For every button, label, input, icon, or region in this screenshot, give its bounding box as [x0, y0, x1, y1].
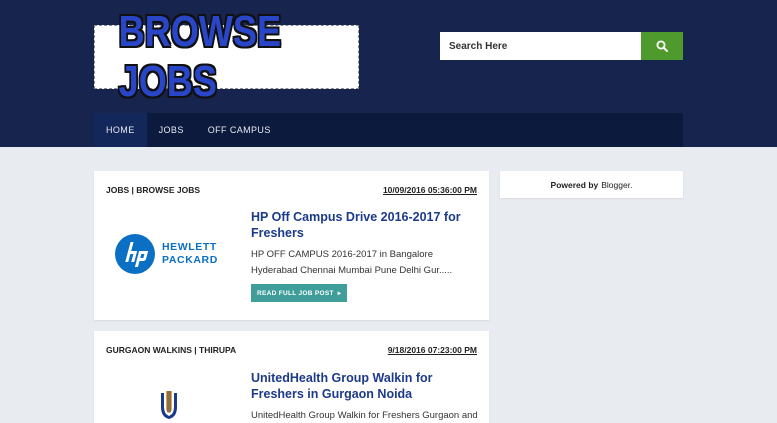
search-icon: [656, 40, 668, 52]
search-form: [440, 32, 683, 60]
read-more-button[interactable]: READ FULL JOB POST ▸: [251, 284, 348, 302]
post-thumbnail[interactable]: HEWLETT PACKARD: [114, 229, 229, 279]
post-thumbnail[interactable]: [158, 389, 180, 421]
unitedhealth-logo-icon: [161, 391, 177, 419]
post-category[interactable]: GURGAON WALKINS | THIRUPA: [106, 345, 236, 355]
nav-item-off-campus[interactable]: OFF CAMPUS: [196, 113, 283, 147]
post-title[interactable]: HP Off Campus Drive 2016-2017 for Freshe…: [251, 209, 479, 241]
arrow-right-icon: ▸: [337, 290, 342, 297]
search-input[interactable]: [440, 32, 641, 60]
powered-by-label: Powered by: [550, 179, 599, 190]
post-snippet: HP OFF CAMPUS 2016-2017 in Bangalore Hyd…: [251, 249, 453, 276]
post-date[interactable]: 10/09/2016 05:36:00 PM: [383, 185, 477, 195]
site-header: BROWSE JOBS HOME JOBS OFF CAMPUS: [0, 0, 777, 147]
read-more-label: READ FULL JOB POST: [257, 289, 334, 297]
nav-item-home[interactable]: HOME: [94, 113, 147, 147]
site-logo[interactable]: BROWSE JOBS: [94, 7, 359, 106]
main-nav: HOME JOBS OFF CAMPUS: [94, 113, 683, 147]
blogger-link[interactable]: Blogger.: [601, 180, 632, 190]
hp-logo-line2: PACKARD: [162, 254, 218, 266]
search-button[interactable]: [641, 32, 683, 60]
hp-logo-icon: [115, 234, 155, 274]
post-card: GURGAON WALKINS | THIRUPA 9/18/2016 07:2…: [94, 331, 489, 423]
logo-text: BROWSE JOBS: [118, 7, 282, 106]
post-date[interactable]: 9/18/2016 07:23:00 PM: [388, 345, 477, 355]
post-card: JOBS | BROWSE JOBS 10/09/2016 05:36:00 P…: [94, 171, 489, 320]
nav-item-jobs[interactable]: JOBS: [147, 113, 196, 147]
post-category[interactable]: JOBS | BROWSE JOBS: [106, 185, 200, 195]
powered-by-widget: Powered by Blogger.: [500, 171, 683, 198]
post-title[interactable]: UnitedHealth Group Walkin for Freshers i…: [251, 370, 479, 402]
post-snippet: UnitedHealth Group Walkin for Freshers G…: [251, 410, 478, 421]
hp-logo-line1: HEWLETT: [162, 241, 217, 253]
